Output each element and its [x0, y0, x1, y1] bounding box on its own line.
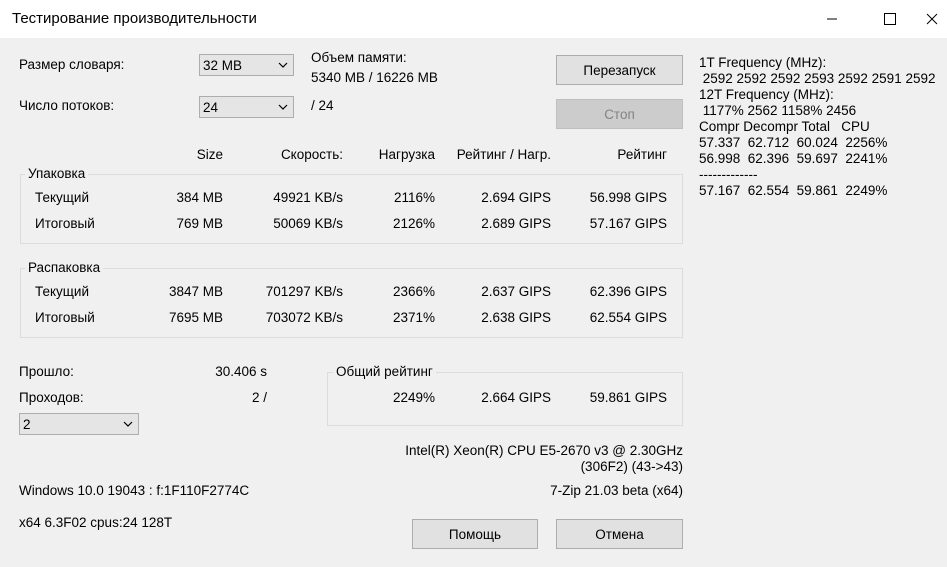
- cancel-button[interactable]: Отмена: [556, 519, 683, 549]
- unpacking-current-speed: 701297 KB/s: [265, 284, 343, 299]
- cpu-name: Intel(R) Xeon(R) CPU E5-2670 v3 @ 2.30GH…: [405, 443, 683, 458]
- col-header-load: Нагрузка: [378, 147, 435, 162]
- packing-group: [20, 174, 683, 244]
- log-line: Compr Decompr Total CPU: [699, 119, 870, 134]
- packing-current-rating: 56.998 GIPS: [589, 190, 667, 205]
- log-line: 56.998 62.396 59.697 2241%: [699, 151, 888, 166]
- col-header-rating: Рейтинг: [617, 147, 667, 162]
- title-bar: Тестирование производительности: [0, 0, 947, 38]
- memory-value: 5340 MB / 16226 MB: [311, 70, 438, 85]
- passes-select-value: 2: [23, 417, 31, 432]
- stop-button[interactable]: Стоп: [556, 99, 683, 129]
- unpacking-total-speed: 703072 KB/s: [265, 310, 343, 325]
- log-line: 57.167 62.554 59.861 2249%: [699, 183, 888, 198]
- unpacking-total-size: 7695 MB: [168, 310, 223, 325]
- col-header-rating-per-load: Рейтинг / Нагр.: [456, 147, 551, 162]
- restart-button[interactable]: Перезапуск: [556, 55, 683, 85]
- close-icon: [926, 13, 938, 25]
- threads-value: 24: [203, 100, 219, 115]
- unpacking-current-rating-per-load: 2.637 GIPS: [481, 284, 551, 299]
- log-line: 12T Frequency (MHz):: [699, 87, 834, 102]
- packing-total-load: 2126%: [392, 216, 435, 231]
- help-button[interactable]: Помощь: [412, 519, 538, 549]
- packing-current-label: Текущий: [35, 190, 89, 205]
- unpacking-total-rating-per-load: 2.638 GIPS: [481, 310, 551, 325]
- packing-total-label: Итоговый: [35, 216, 95, 231]
- packing-label: Упаковка: [25, 166, 89, 181]
- maximize-icon: [884, 13, 896, 25]
- packing-current-load: 2116%: [393, 190, 435, 205]
- unpacking-current-rating: 62.396 GIPS: [589, 284, 667, 299]
- log-line: 1T Frequency (MHz):: [699, 55, 827, 70]
- packing-current-rating-per-load: 2.694 GIPS: [481, 190, 551, 205]
- unpacking-current-load: 2366%: [392, 284, 435, 299]
- memory-label: Объем памяти:: [311, 50, 407, 65]
- packing-total-size: 769 MB: [176, 216, 223, 231]
- dict-size-label: Размер словаря:: [19, 57, 125, 72]
- version-info: 7-Zip 21.03 beta (x64): [550, 483, 683, 498]
- unpacking-current-size: 3847 MB: [168, 284, 223, 299]
- elapsed-label: Прошло:: [19, 364, 74, 379]
- col-header-size: Size: [196, 147, 223, 162]
- threads-select[interactable]: 24: [199, 96, 294, 118]
- passes-label: Проходов:: [19, 390, 84, 405]
- unpacking-group: [20, 268, 683, 338]
- passes-select[interactable]: 2: [19, 413, 139, 435]
- packing-current-size: 384 MB: [176, 190, 223, 205]
- threads-label: Число потоков:: [19, 98, 115, 113]
- chevron-down-icon: [123, 421, 133, 427]
- total-load: 2249%: [392, 390, 435, 405]
- packing-total-speed: 50069 KB/s: [273, 216, 343, 231]
- minimize-icon: [827, 18, 837, 20]
- col-header-speed: Скорость:: [280, 147, 343, 162]
- log-line: 57.337 62.712 60.024 2256%: [699, 135, 888, 150]
- dict-size-select[interactable]: 32 MB: [199, 54, 294, 76]
- unpacking-label: Распаковка: [25, 260, 104, 275]
- log-line: 1177% 2562 1158% 2456: [699, 103, 857, 118]
- packing-current-speed: 49921 KB/s: [273, 190, 343, 205]
- packing-total-rating-per-load: 2.689 GIPS: [481, 216, 551, 231]
- chevron-down-icon: [278, 104, 288, 110]
- cpu-id: (306F2) (43->43): [580, 459, 683, 474]
- packing-total-rating: 57.167 GIPS: [589, 216, 667, 231]
- frequency-log: 1T Frequency (MHz): 2592 2592 2592 2593 …: [699, 55, 935, 199]
- unpacking-current-label: Текущий: [35, 284, 89, 299]
- chevron-down-icon: [278, 62, 288, 68]
- passes-value: 2 /: [251, 390, 267, 405]
- total-rating: 59.861 GIPS: [589, 390, 667, 405]
- dict-size-value: 32 MB: [203, 58, 243, 73]
- unpacking-total-load: 2371%: [392, 310, 435, 325]
- minimize-button[interactable]: [809, 0, 855, 38]
- threads-total: / 24: [311, 98, 334, 113]
- log-line: -------------: [699, 167, 758, 182]
- unpacking-total-label: Итоговый: [35, 310, 95, 325]
- window-title: Тестирование производительности: [12, 10, 257, 27]
- maximize-button[interactable]: [867, 0, 913, 38]
- elapsed-value: 30.406 s: [215, 364, 267, 379]
- unpacking-total-rating: 62.554 GIPS: [589, 310, 667, 325]
- os-info: Windows 10.0 19043 : f:1F110F2774C: [19, 483, 250, 498]
- close-button[interactable]: [917, 0, 947, 38]
- total-rating-per-load: 2.664 GIPS: [481, 390, 551, 405]
- log-line: 2592 2592 2592 2593 2592 2591 2592: [699, 71, 936, 86]
- total-rating-label: Общий рейтинг: [333, 364, 436, 379]
- cpu-arch-info: x64 6.3F02 cpus:24 128T: [19, 515, 173, 530]
